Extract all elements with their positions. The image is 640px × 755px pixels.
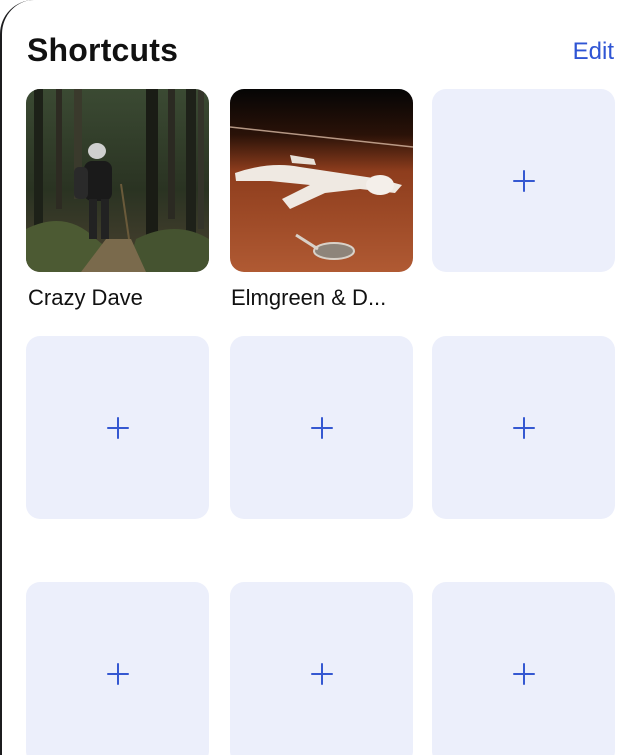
shortcut-tile-elmgreen[interactable] xyxy=(230,89,413,272)
forest-hiker-image xyxy=(26,89,209,272)
add-shortcut-tile[interactable] xyxy=(432,582,615,755)
plus-icon xyxy=(512,416,535,439)
statue-tennis-court-image xyxy=(230,89,413,272)
add-shortcut-tile[interactable] xyxy=(230,336,413,519)
header: Shortcuts Edit xyxy=(2,30,640,76)
add-shortcut-tile[interactable] xyxy=(432,336,615,519)
shortcut-label: Crazy Dave xyxy=(28,285,143,310)
add-shortcut-tile[interactable] xyxy=(26,336,209,519)
page-title: Shortcuts xyxy=(27,32,179,68)
plus-icon xyxy=(512,662,535,685)
plus-icon xyxy=(310,662,333,685)
add-shortcut-tile[interactable] xyxy=(230,582,413,755)
shortcut-label: Elmgreen & D... xyxy=(231,285,387,310)
plus-icon xyxy=(310,416,333,439)
shortcuts-panel: Shortcuts Edit Crazy Dave Elmgreen & D..… xyxy=(0,0,640,755)
plus-icon xyxy=(512,169,535,192)
shortcut-tile-crazy-dave[interactable] xyxy=(26,89,209,272)
plus-icon xyxy=(106,662,129,685)
edit-button[interactable]: Edit xyxy=(573,38,614,66)
add-shortcut-tile[interactable] xyxy=(432,89,615,272)
add-shortcut-tile[interactable] xyxy=(26,582,209,755)
plus-icon xyxy=(106,416,129,439)
